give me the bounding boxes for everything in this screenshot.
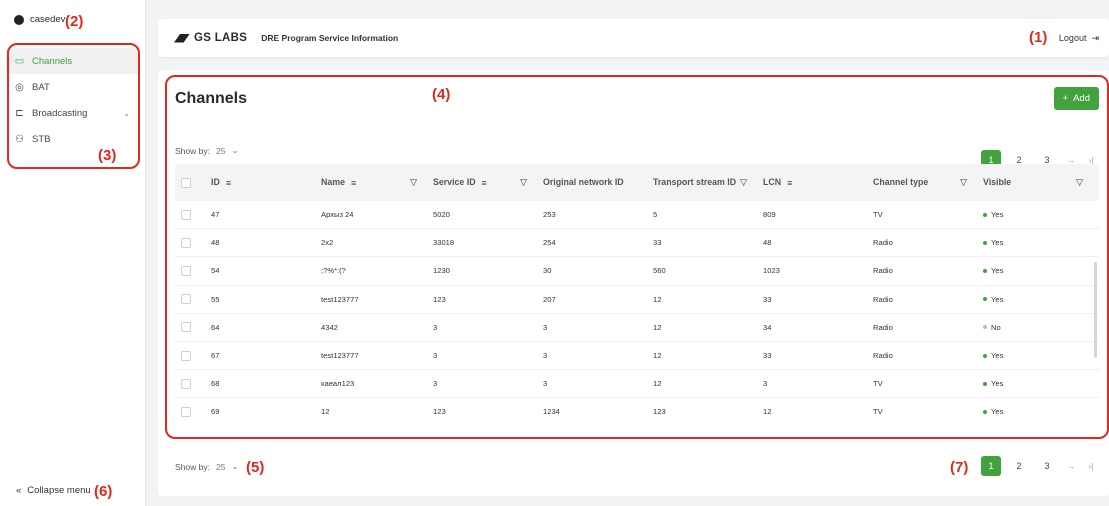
top-header: GS LABS DRE Program Service Information … (158, 19, 1109, 57)
page-1-button[interactable]: 1 (981, 456, 1001, 476)
annotation-1: (1) (1029, 29, 1048, 46)
user-name: casedev (30, 14, 66, 25)
annotation-5: (5) (246, 459, 265, 476)
app-title: DRE Program Service Information (261, 33, 399, 43)
gs-labs-logo: GS LABS (174, 32, 247, 44)
annotation-2: (2) (65, 13, 84, 30)
pagination-bottom: 1 2 3 → ›| (981, 456, 1097, 476)
logout-icon: ⇥ (1091, 32, 1099, 43)
annotation-box-3 (7, 43, 140, 169)
collapse-menu-label: Collapse menu (27, 485, 91, 496)
page-3-button[interactable]: 3 (1037, 456, 1057, 476)
user-avatar-icon (14, 14, 24, 25)
chevron-down-icon: ⌄ (231, 461, 239, 471)
logo-mark-icon (174, 33, 190, 43)
user-profile[interactable]: casedev (14, 14, 65, 25)
annotation-4: (4) (432, 86, 451, 103)
annotation-3: (3) (98, 147, 117, 164)
show-by-bottom[interactable]: Show by: 25 ⌄ (175, 461, 239, 472)
annotation-box-4 (165, 75, 1109, 439)
collapse-menu-button[interactable]: « Collapse menu (16, 485, 91, 496)
page-2-button[interactable]: 2 (1009, 456, 1029, 476)
annotation-7: (7) (950, 459, 969, 476)
next-page-icon[interactable]: → (1065, 456, 1077, 476)
last-page-icon[interactable]: ›| (1085, 456, 1097, 476)
logout-button[interactable]: Logout ⇥ (1059, 33, 1099, 44)
logo-text: GS LABS (194, 32, 248, 44)
show-by-value: 25 (215, 461, 226, 472)
logout-label: Logout (1058, 33, 1087, 43)
double-chevron-left-icon: « (16, 485, 22, 496)
show-by-label: Show by: (175, 461, 210, 472)
annotation-6: (6) (94, 483, 113, 500)
